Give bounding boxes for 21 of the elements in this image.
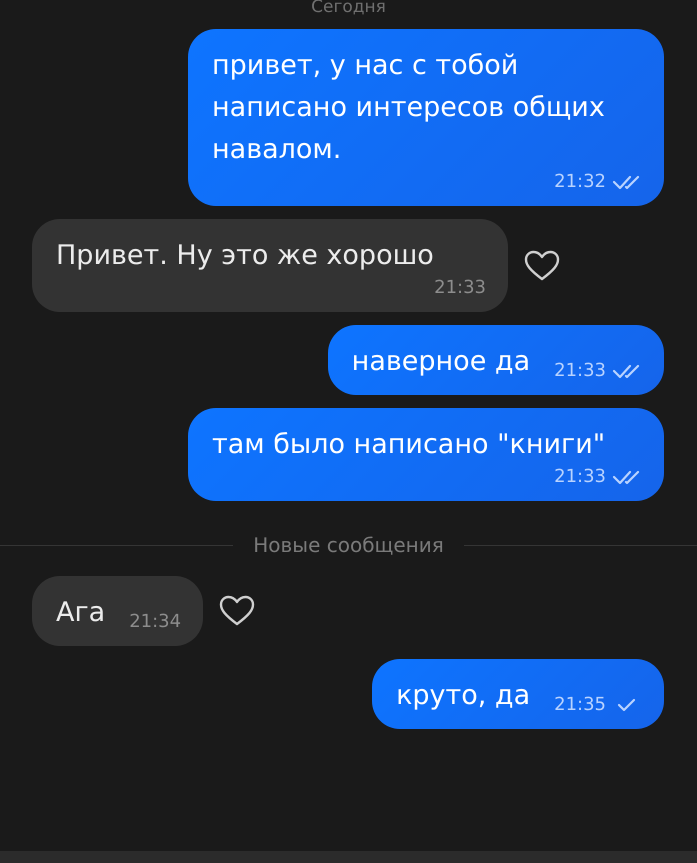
message-text: там было написано "книги" xyxy=(212,428,606,462)
heart-icon[interactable] xyxy=(524,250,560,282)
message-text: привет, у нас с тобой написано интересов общих навалом. xyxy=(212,49,606,167)
message-time: 21:33 xyxy=(554,360,606,381)
message-time: 21:33 xyxy=(554,466,606,487)
incoming-message-bubble[interactable]: Ага 21:34 xyxy=(32,576,204,646)
message-text: Привет. Ну это же хорошо xyxy=(56,239,434,273)
message-text: наверное да xyxy=(352,345,530,379)
incoming-message-bubble[interactable]: Привет. Ну это же хорошо 21:33 xyxy=(32,219,508,312)
message-time: 21:34 xyxy=(129,611,182,632)
outgoing-message-bubble[interactable]: там было написано "книги" 21:33 xyxy=(188,408,664,501)
outgoing-message-bubble[interactable]: наверное да 21:33 xyxy=(328,325,664,395)
outgoing-message-bubble[interactable]: круто, да 21:35 xyxy=(372,659,664,729)
new-messages-divider: Новые сообщения xyxy=(253,533,444,557)
message-time: 21:33 xyxy=(434,277,486,298)
message-text: круто, да xyxy=(396,679,530,713)
message-time: 21:35 xyxy=(554,694,606,715)
outgoing-message-bubble[interactable]: привет, у нас с тобой написано интересов общих навалом. 21:32 xyxy=(188,29,664,206)
message-time: 21:32 xyxy=(554,171,606,192)
message-text: Ага xyxy=(56,596,106,630)
heart-icon[interactable] xyxy=(219,595,256,627)
